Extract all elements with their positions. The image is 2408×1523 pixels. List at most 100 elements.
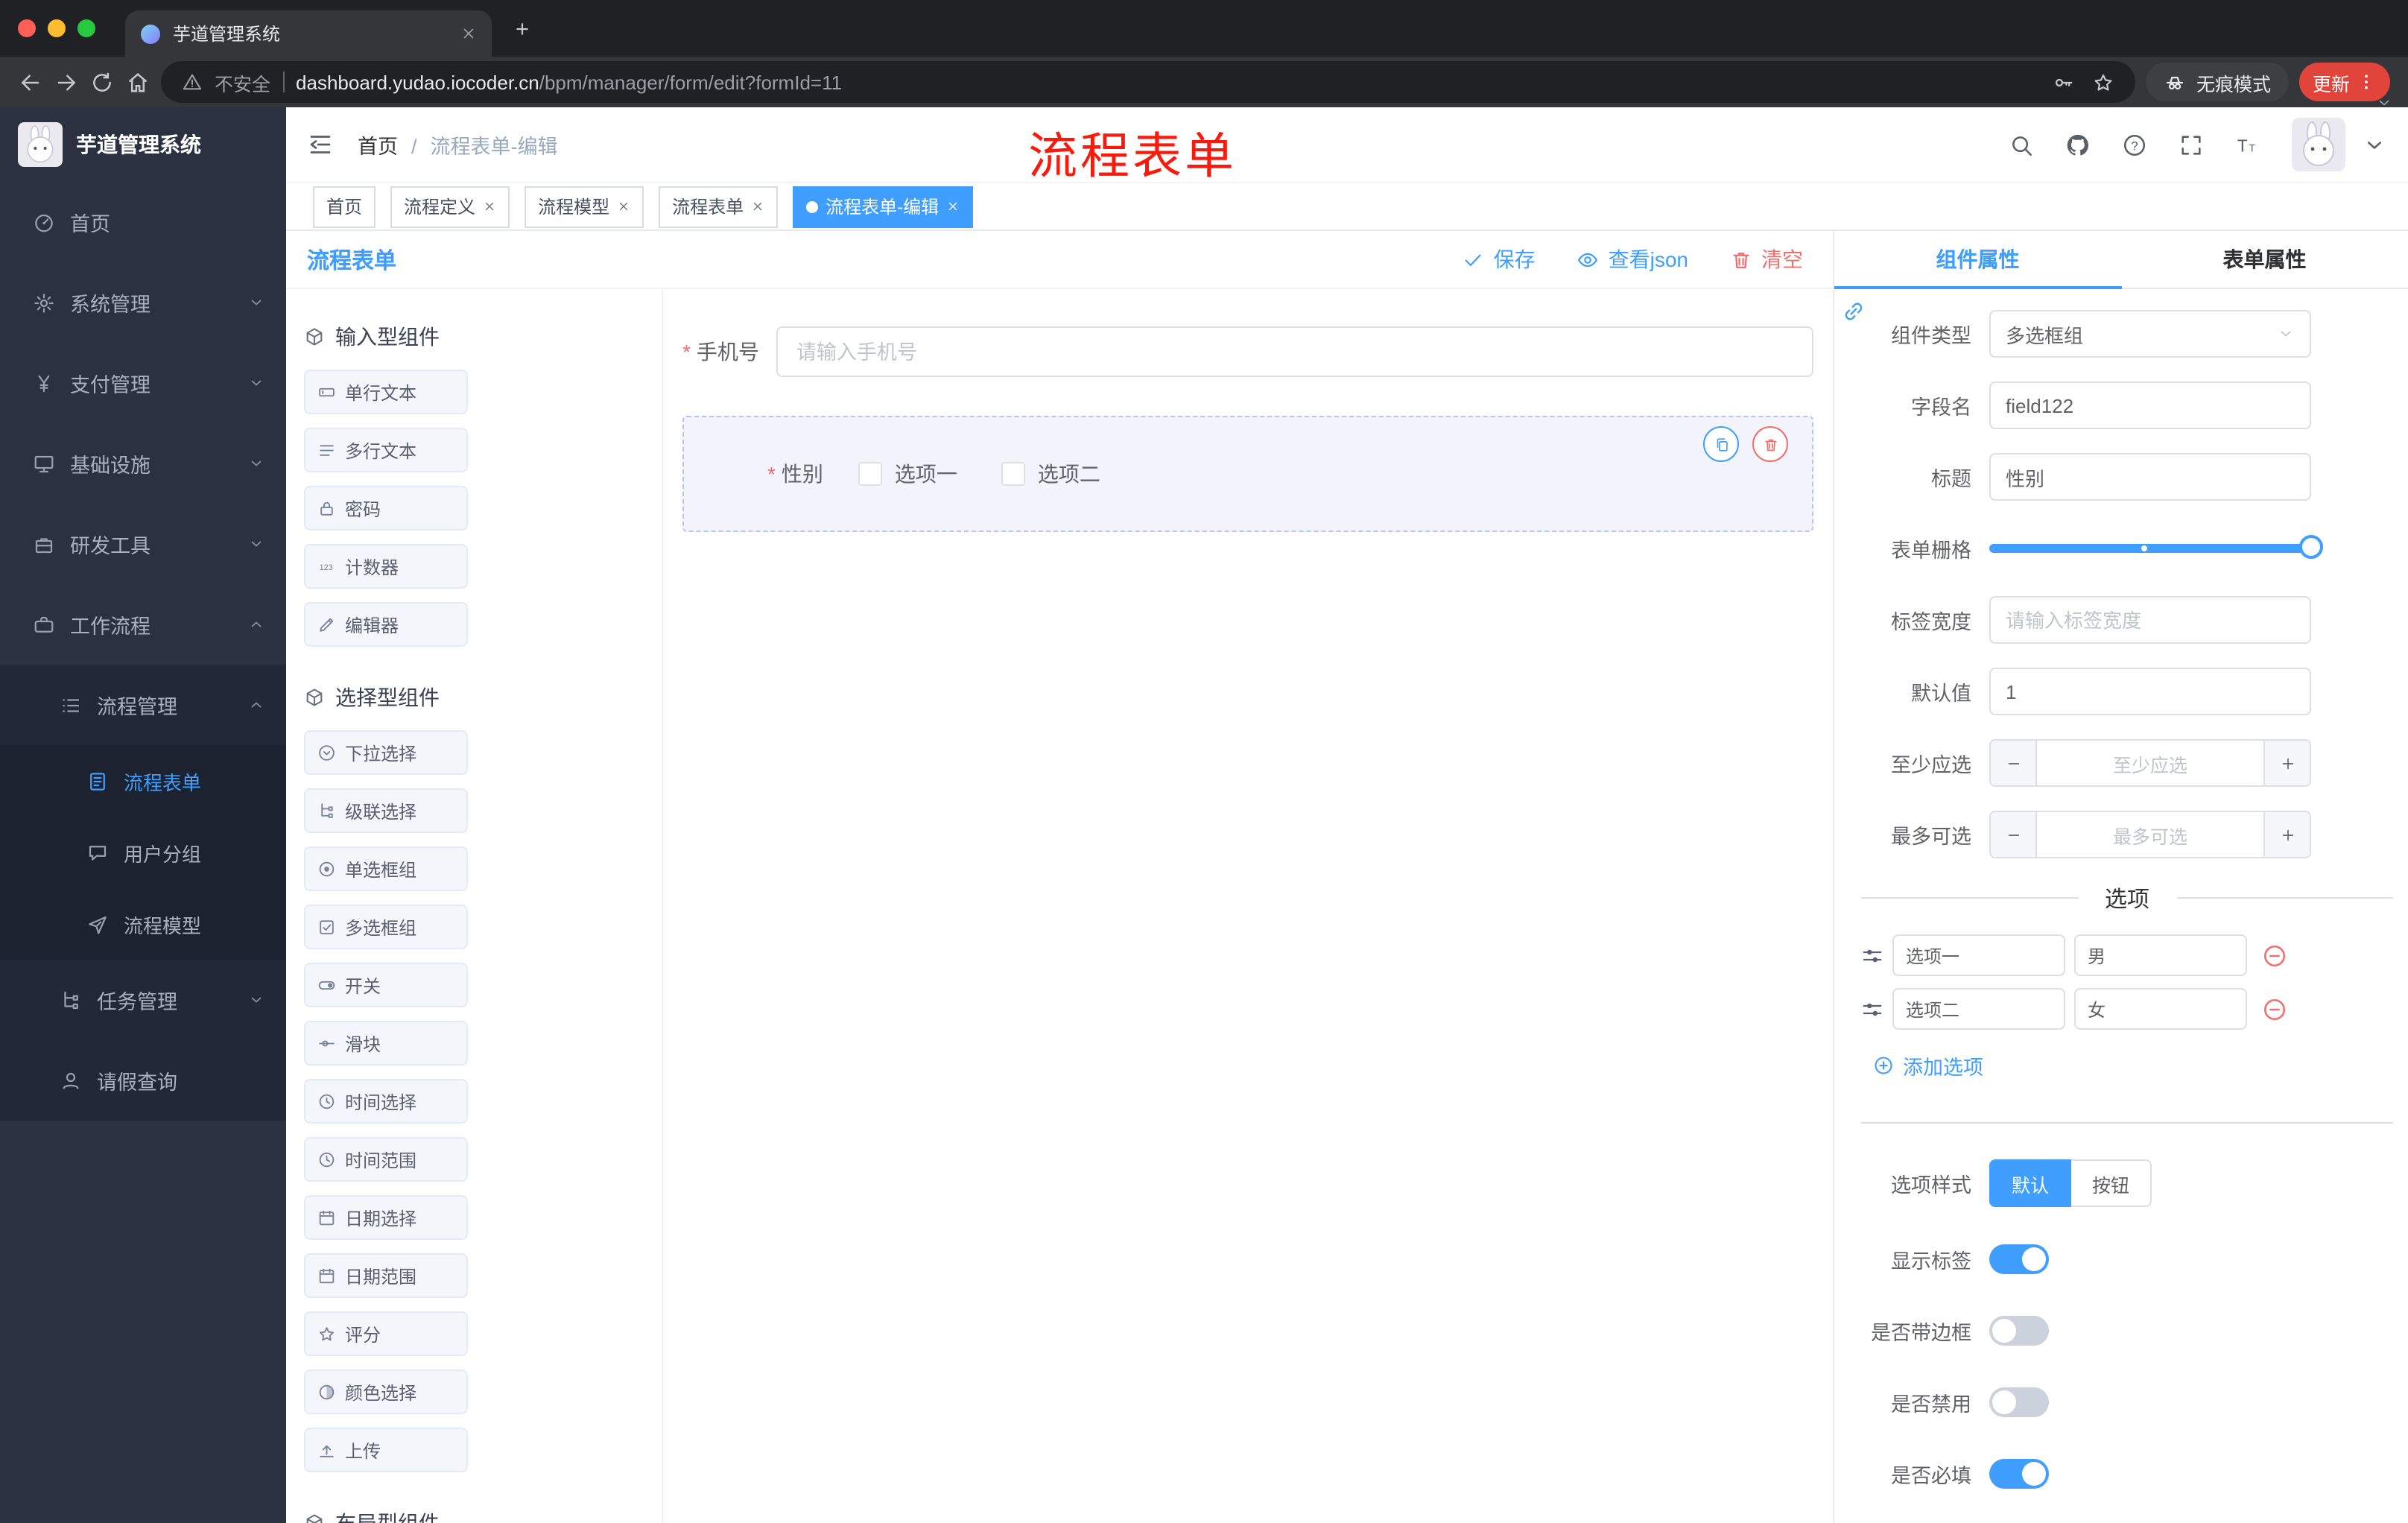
palette-item-single-text[interactable]: 单行文本 bbox=[304, 370, 468, 414]
palette-item-cascader[interactable]: 级联选择 bbox=[304, 788, 468, 833]
canvas-field-gender-selected[interactable]: 性别 选项一 选项二 bbox=[682, 416, 1813, 532]
option-label-input[interactable] bbox=[1892, 934, 2065, 976]
window-controls[interactable] bbox=[18, 19, 95, 37]
drag-handle-icon[interactable] bbox=[1861, 944, 1883, 966]
github-icon[interactable] bbox=[2065, 132, 2091, 157]
view-json-button[interactable]: 查看json bbox=[1577, 244, 1688, 274]
option-label-input[interactable] bbox=[1892, 988, 2065, 1030]
border-toggle[interactable] bbox=[1989, 1316, 2049, 1346]
clear-button[interactable]: 清空 bbox=[1730, 244, 1803, 274]
sidebar-item-infra[interactable]: 基础设施 bbox=[0, 423, 286, 504]
option-style-default[interactable]: 默认 bbox=[1989, 1159, 2072, 1207]
palette-item-date-range[interactable]: 日期范围 bbox=[304, 1253, 468, 1298]
sidebar-fold-icon[interactable] bbox=[307, 131, 334, 158]
sidebar-item-devtools[interactable]: 研发工具 bbox=[0, 504, 286, 584]
close-window-button[interactable] bbox=[18, 19, 36, 37]
option-value-input[interactable] bbox=[2074, 988, 2247, 1030]
palette-item-slider[interactable]: 滑块 bbox=[304, 1021, 468, 1066]
tag-process-definition[interactable]: 流程定义 bbox=[390, 186, 510, 227]
palette-item-rate[interactable]: 评分 bbox=[304, 1311, 468, 1356]
palette-item-color-picker[interactable]: 颜色选择 bbox=[304, 1370, 468, 1414]
reload-icon[interactable] bbox=[89, 69, 115, 95]
new-tab-button[interactable] bbox=[513, 19, 532, 38]
max-select-value[interactable]: 最多可选 bbox=[2037, 812, 2263, 857]
field-name-input[interactable] bbox=[1989, 381, 2311, 429]
title-input[interactable] bbox=[1989, 453, 2311, 501]
address-bar[interactable]: 不安全 dashboard.yudao.iocoder.cn/bpm/manag… bbox=[161, 61, 2135, 103]
palette-item-editor[interactable]: 编辑器 bbox=[304, 602, 468, 647]
close-icon[interactable] bbox=[617, 200, 630, 213]
browser-tab[interactable]: 芋道管理系统 bbox=[125, 10, 492, 57]
default-value-input[interactable] bbox=[1989, 668, 2311, 715]
label-width-input[interactable] bbox=[1989, 596, 2311, 644]
close-tab-icon[interactable] bbox=[460, 25, 477, 42]
sidebar-item-user-group[interactable]: 用户分组 bbox=[0, 817, 286, 888]
palette-item-radio-group[interactable]: 单选框组 bbox=[304, 846, 468, 891]
sidebar-item-process-form[interactable]: 流程表单 bbox=[0, 745, 286, 817]
checkbox-option-1[interactable]: 选项一 bbox=[858, 459, 957, 489]
drag-handle-icon[interactable] bbox=[1861, 998, 1883, 1020]
tag-home[interactable]: 首页 bbox=[313, 186, 376, 227]
sidebar-item-task-mgmt[interactable]: 任务管理 bbox=[0, 960, 286, 1040]
component-type-select[interactable]: 多选框组 bbox=[1989, 310, 2311, 358]
avatar[interactable] bbox=[2292, 118, 2345, 171]
home-icon[interactable] bbox=[125, 69, 150, 95]
security-label[interactable]: 不安全 bbox=[215, 68, 270, 96]
palette-item-counter[interactable]: 计数器 bbox=[304, 544, 468, 589]
bookmark-star-icon[interactable] bbox=[2092, 71, 2114, 93]
tag-process-model[interactable]: 流程模型 bbox=[525, 186, 644, 227]
copy-field-button[interactable] bbox=[1703, 426, 1739, 462]
sidebar-item-home[interactable]: 首页 bbox=[0, 182, 286, 262]
checkbox-option-2[interactable]: 选项二 bbox=[1001, 459, 1100, 489]
forward-icon[interactable] bbox=[54, 69, 79, 95]
add-option-button[interactable]: 添加选项 bbox=[1873, 1051, 2408, 1080]
form-grid-slider[interactable] bbox=[1989, 525, 2323, 572]
palette-item-textarea[interactable]: 多行文本 bbox=[304, 428, 468, 472]
sidebar-item-process-model[interactable]: 流程模型 bbox=[0, 888, 286, 960]
palette-item-select[interactable]: 下拉选择 bbox=[304, 730, 468, 775]
back-icon[interactable] bbox=[18, 69, 43, 95]
slider-knob[interactable] bbox=[2299, 535, 2323, 559]
minus-button[interactable] bbox=[1991, 812, 2037, 857]
slider-track[interactable] bbox=[1989, 535, 2323, 559]
sidebar-item-process-mgmt[interactable]: 流程管理 bbox=[0, 665, 286, 745]
close-icon[interactable] bbox=[751, 200, 764, 213]
sidebar-item-payment[interactable]: 支付管理 bbox=[0, 343, 286, 423]
sidebar-item-system[interactable]: 系统管理 bbox=[0, 262, 286, 343]
min-select-value[interactable]: 至少应选 bbox=[2037, 741, 2263, 785]
tag-process-form[interactable]: 流程表单 bbox=[659, 186, 779, 227]
browser-menu-icon[interactable] bbox=[2356, 72, 2377, 92]
palette-item-password[interactable]: 密码 bbox=[304, 486, 468, 531]
remove-option-icon[interactable] bbox=[2262, 943, 2287, 968]
remove-option-icon[interactable] bbox=[2262, 996, 2287, 1022]
tab-form-props[interactable]: 表单属性 bbox=[2121, 231, 2408, 288]
palette-item-time-picker[interactable]: 时间选择 bbox=[304, 1079, 468, 1124]
palette-item-upload[interactable]: 上传 bbox=[304, 1428, 468, 1472]
font-size-icon[interactable] bbox=[2235, 132, 2260, 157]
palette-item-time-range[interactable]: 时间范围 bbox=[304, 1137, 468, 1182]
close-icon[interactable] bbox=[483, 200, 496, 213]
save-button[interactable]: 保存 bbox=[1463, 244, 1536, 274]
palette-item-checkbox-group[interactable]: 多选框组 bbox=[304, 905, 468, 949]
delete-field-button[interactable] bbox=[1752, 426, 1788, 462]
minus-button[interactable] bbox=[1991, 741, 2037, 785]
option-style-button[interactable]: 按钮 bbox=[2071, 1159, 2152, 1207]
sidebar-item-workflow[interactable]: 工作流程 bbox=[0, 584, 286, 665]
tag-process-form-edit[interactable]: 流程表单-编辑 bbox=[793, 186, 974, 227]
tab-component-props[interactable]: 组件属性 bbox=[1834, 231, 2121, 289]
close-icon[interactable] bbox=[946, 200, 960, 213]
help-icon[interactable] bbox=[2122, 132, 2147, 157]
breadcrumb-home[interactable]: 首页 bbox=[358, 136, 398, 158]
option-value-input[interactable] bbox=[2074, 934, 2247, 976]
phone-input[interactable] bbox=[776, 326, 1813, 377]
sidebar-item-leave-query[interactable]: 请假查询 bbox=[0, 1040, 286, 1121]
palette-item-date-picker[interactable]: 日期选择 bbox=[304, 1195, 468, 1240]
show-label-toggle[interactable] bbox=[1989, 1244, 2049, 1274]
disabled-toggle[interactable] bbox=[1989, 1387, 2049, 1417]
form-canvas[interactable]: 手机号 性别 选项一 选项二 bbox=[663, 289, 1833, 1523]
minimize-window-button[interactable] bbox=[48, 19, 66, 37]
plus-button[interactable] bbox=[2263, 741, 2310, 785]
chevron-down-icon[interactable] bbox=[2362, 132, 2387, 157]
maximize-window-button[interactable] bbox=[77, 19, 95, 37]
plus-button[interactable] bbox=[2263, 812, 2310, 857]
